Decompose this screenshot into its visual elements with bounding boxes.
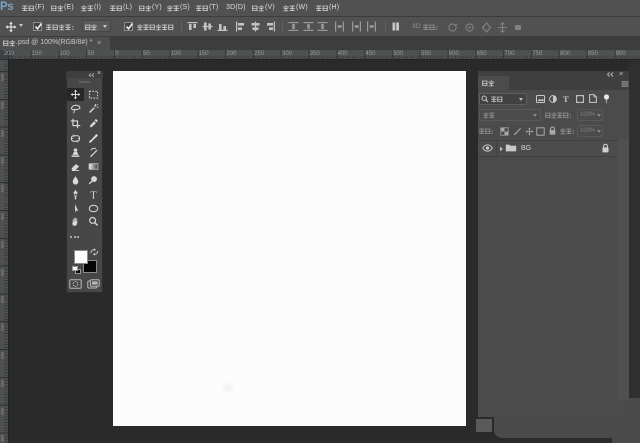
svg-text:T: T [90, 190, 97, 199]
